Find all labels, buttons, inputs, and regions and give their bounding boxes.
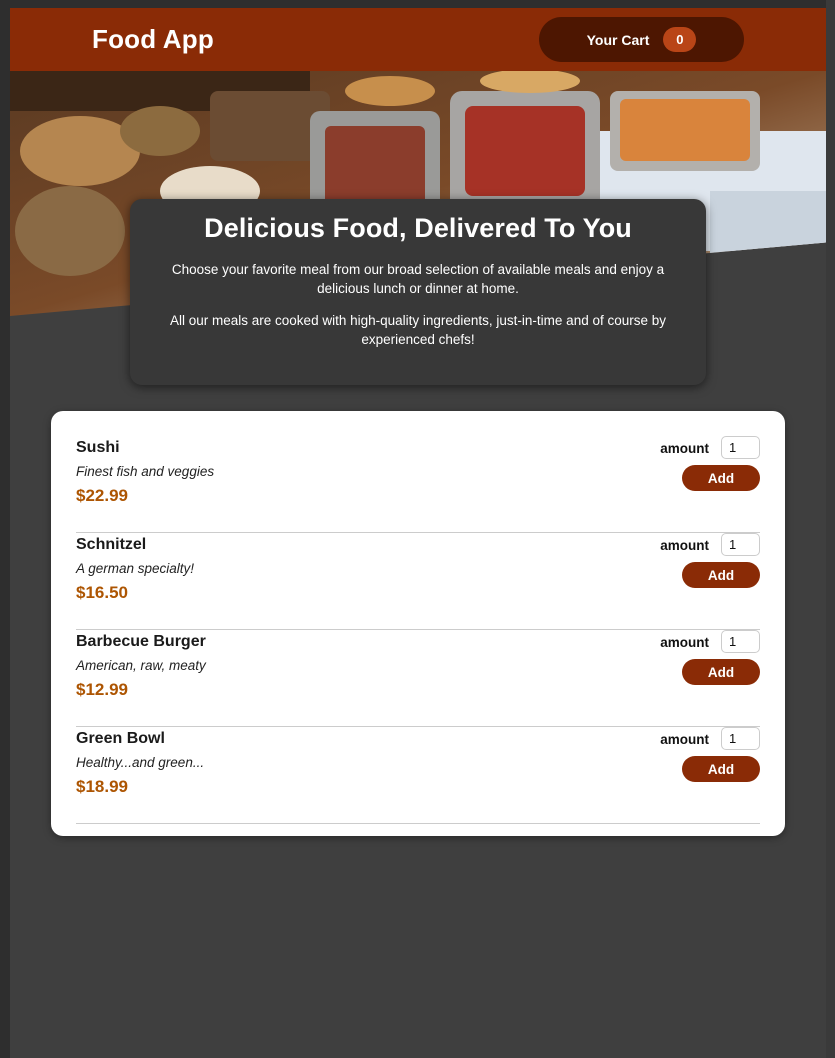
cart-count-badge: 0 [663,27,697,52]
meal-description: A german specialty! [76,561,195,576]
meal-description: American, raw, meaty [76,658,206,673]
window-frame-left [0,0,10,1058]
meal-name: Green Bowl [76,730,165,747]
meal-description: Healthy...and green... [76,755,205,770]
amount-label: amount [660,732,709,747]
add-button[interactable]: Add [682,465,760,491]
meal-description: Finest fish and veggies [76,464,215,479]
meal-price: $22.99 [76,486,128,505]
amount-input[interactable] [721,436,760,459]
summary-card: Delicious Food, Delivered To You Choose … [130,199,706,385]
cart-label: Your Cart [586,31,650,48]
add-button[interactable]: Add [682,756,760,782]
meal-price: $12.99 [76,680,128,699]
meal-name: Schnitzel [76,536,147,553]
add-button[interactable]: Add [682,659,760,685]
cart-button[interactable]: Your Cart 0 [539,17,744,62]
meal-item-barbecue-burger: Barbecue Burger American, raw, meaty $12… [76,630,760,727]
add-button[interactable]: Add [682,562,760,588]
meal-item-green-bowl: Green Bowl Healthy...and green... $18.99… [76,727,760,824]
amount-label: amount [660,441,709,456]
meal-name: Barbecue Burger [76,633,206,650]
app-title: Food App [92,24,214,54]
amount-input[interactable] [721,533,760,556]
meal-price: $18.99 [76,777,128,796]
meal-item-sushi: Sushi Finest fish and veggies $22.99 amo… [76,436,760,533]
app-header: Food App Your Cart 0 [10,8,826,71]
summary-heading: Delicious Food, Delivered To You [204,213,632,243]
window-frame-top [0,0,835,8]
amount-label: amount [660,635,709,650]
summary-paragraph-2: All our meals are cooked with high-quali… [170,313,666,347]
meal-price: $16.50 [76,583,128,602]
window-frame-right [826,0,835,1058]
amount-label: amount [660,538,709,553]
meal-name: Sushi [76,439,120,456]
amount-input[interactable] [721,630,760,653]
meals-list: Sushi Finest fish and veggies $22.99 amo… [51,411,785,836]
meal-item-schnitzel: Schnitzel A german specialty! $16.50 amo… [76,533,760,630]
amount-input[interactable] [721,727,760,750]
summary-paragraph-1: Choose your favorite meal from our broad… [171,262,665,296]
